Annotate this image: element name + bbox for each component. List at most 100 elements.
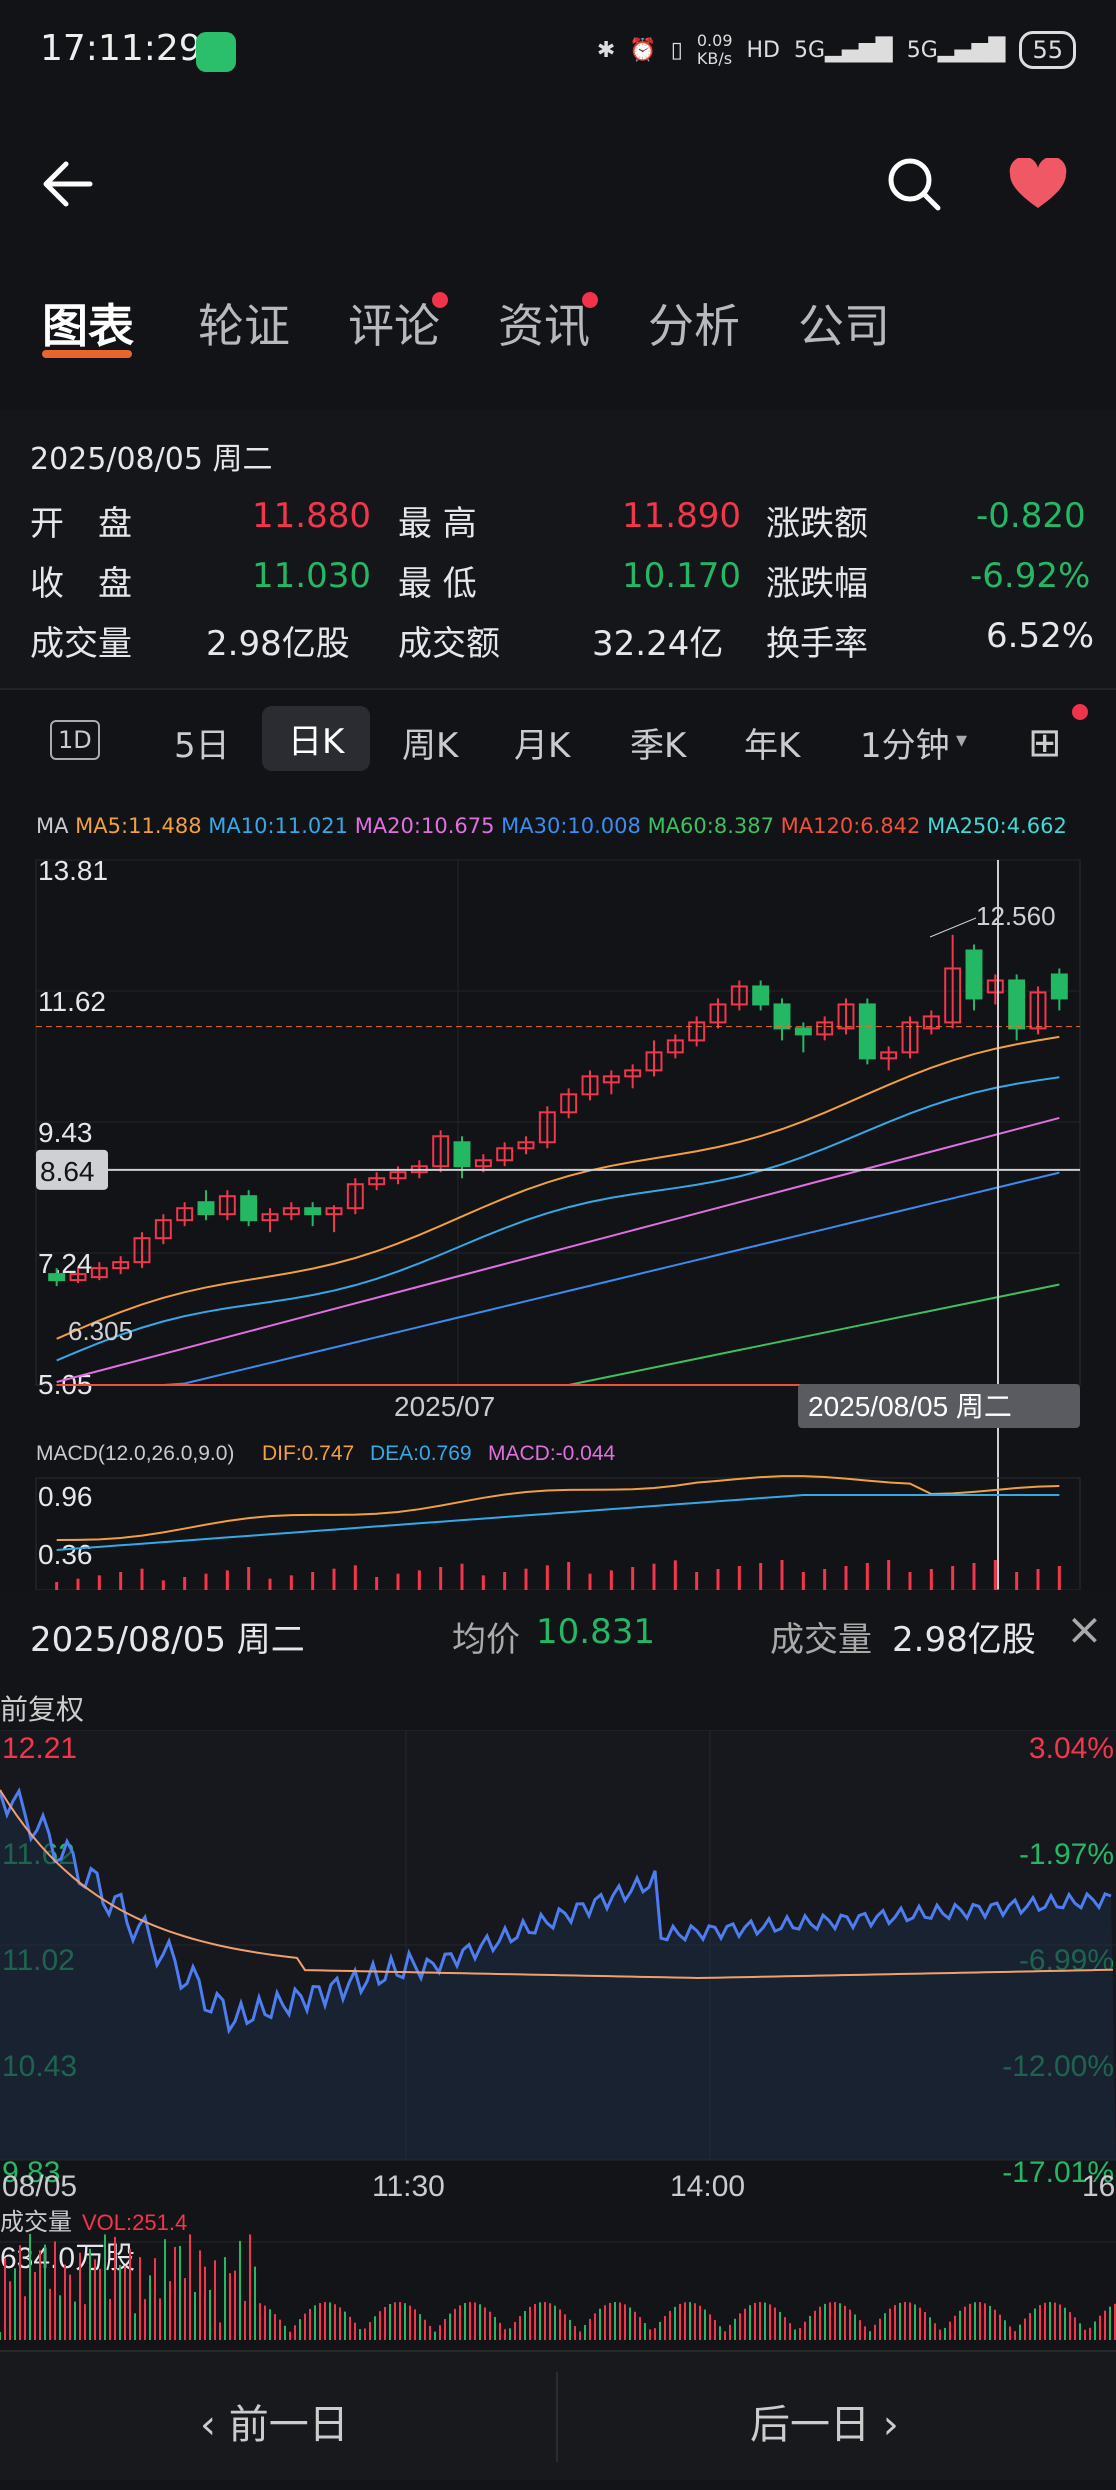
- vibrate-icon: ▯: [670, 37, 683, 63]
- dea-line: [56, 1494, 1060, 1551]
- next-day-button[interactable]: 后一日 ›: [750, 2392, 899, 2450]
- amount-label: 成交额: [398, 624, 500, 664]
- macd-tick: 0.36: [38, 1539, 93, 1570]
- right-tick: 3.04%: [1029, 1732, 1114, 1765]
- change-value: -0.820: [976, 496, 1086, 536]
- candle-body: [1008, 979, 1026, 1030]
- high-marker-label: 12.560: [976, 901, 1056, 931]
- candle-body: [1050, 973, 1068, 1000]
- candle-body: [965, 949, 983, 1000]
- period-1min[interactable]: 1分钟: [860, 718, 950, 767]
- macd-tick: 0.96: [38, 1481, 93, 1512]
- x-axis-label: 2025/07: [394, 1391, 495, 1422]
- period-5day[interactable]: 5日: [174, 718, 230, 767]
- tab-analysis[interactable]: 分析: [648, 290, 740, 356]
- day-navigation: ‹ 前一日 后一日 ›: [0, 2350, 1116, 2480]
- ma-legend: MA MA5:11.488 MA10:11.021 MA20:10.675 MA…: [36, 814, 1067, 838]
- time-label: 11:30: [372, 2170, 445, 2203]
- candle-body: [858, 1003, 876, 1060]
- high-value: 11.890: [622, 496, 741, 536]
- dif-line: [56, 1475, 1060, 1541]
- intraday-chart[interactable]: 12.2111.6211.0210.439.833.04%-1.97%-6.99…: [0, 1730, 1116, 2350]
- ma-line: [56, 1116, 1060, 1383]
- volume-ma: VOL:251.4: [82, 2210, 187, 2235]
- turnover-value: 6.52%: [986, 616, 1095, 656]
- ma-line: [56, 1076, 1060, 1362]
- period-daily[interactable]: 日K: [262, 706, 371, 771]
- comments-badge: [432, 292, 448, 308]
- period-yearly[interactable]: 年K: [744, 718, 800, 767]
- low-marker-label: 6.305: [68, 1316, 133, 1346]
- ma-legend-item: MA30:10.008: [501, 814, 648, 838]
- detail-volume-label: 成交量: [770, 1620, 872, 1660]
- open-label: 开 盘: [30, 504, 132, 544]
- period-1d[interactable]: 1D: [50, 720, 100, 760]
- volume-value: 2.98亿股: [206, 624, 350, 664]
- tab-warrants[interactable]: 轮证: [198, 290, 290, 356]
- ma-legend-item: MA: [36, 814, 76, 838]
- y-tick-label: 9.43: [38, 1117, 93, 1148]
- amount-value: 32.24亿: [592, 624, 724, 664]
- y-tick-label: 11.62: [38, 986, 106, 1017]
- tab-chart[interactable]: 图表: [42, 290, 134, 356]
- grid-menu-icon[interactable]: ⊞: [1028, 720, 1062, 766]
- avg-price-label: 均价: [452, 1620, 520, 1660]
- ma-legend-item: MA20:10.675: [354, 814, 502, 838]
- time-label: 16:00: [1082, 2170, 1116, 2203]
- close-icon[interactable]: ×: [1066, 1604, 1103, 1655]
- ma-legend-item: MA5:11.488: [75, 814, 209, 838]
- message-app-icon: [196, 32, 236, 72]
- tab-news[interactable]: 资讯: [498, 290, 590, 356]
- price-adjust-label: 前复权: [0, 1693, 85, 1726]
- y-tick-label: 13.81: [38, 855, 108, 886]
- period-selector: 1D 5日 日K 周K 月K 季K 年K 1分钟 ▾ ⊞: [0, 698, 1116, 788]
- search-icon[interactable]: [884, 154, 944, 214]
- macd-value: MACD:-0.044: [488, 1442, 616, 1465]
- crosshair-price: 8.64: [40, 1156, 95, 1187]
- time-label: 14:00: [670, 2170, 745, 2203]
- dropdown-icon[interactable]: ▾: [956, 728, 967, 753]
- bluetooth-icon: ✱: [596, 37, 616, 63]
- top-nav: [0, 140, 1116, 230]
- prev-day-label: 前一日: [228, 2402, 349, 2448]
- tab-comments[interactable]: 评论: [348, 290, 440, 356]
- avg-price-value: 10.831: [536, 1612, 655, 1652]
- candle-body: [240, 1195, 258, 1222]
- low-label: 最 低: [398, 564, 477, 604]
- favorite-heart-icon[interactable]: [1008, 158, 1068, 212]
- high-marker-line: [929, 917, 977, 938]
- status-time: 17:11:29: [40, 28, 202, 69]
- macd-title: MACD(12.0,26.0,9.0): [36, 1442, 234, 1465]
- tab-active-indicator: [42, 350, 132, 358]
- candle-body: [197, 1201, 215, 1216]
- change-label: 涨跌额: [766, 504, 868, 544]
- tab-company[interactable]: 公司: [798, 290, 890, 356]
- open-value: 11.880: [252, 496, 371, 536]
- cursor-date: 2025/08/05 周二: [808, 1391, 1012, 1422]
- candle-body: [453, 1141, 471, 1168]
- low-value: 10.170: [622, 556, 741, 596]
- hd-icon: HD: [746, 37, 780, 63]
- network-speed: 0.09 KB/s: [696, 31, 733, 68]
- turnover-label: 换手率: [766, 624, 868, 664]
- candlestick-chart[interactable]: 13.8111.629.437.245.058.6412.5606.305202…: [0, 850, 1116, 1590]
- candle-body: [794, 1027, 812, 1036]
- back-arrow-icon[interactable]: [38, 154, 98, 214]
- close-value: 11.030: [252, 556, 371, 596]
- left-tick: 12.21: [2, 1732, 77, 1765]
- time-label: 08/05: [2, 2170, 77, 2203]
- close-label: 收 盘: [30, 564, 132, 604]
- period-quarterly[interactable]: 季K: [630, 718, 686, 767]
- pct-value: -6.92%: [970, 556, 1091, 596]
- pct-label: 涨跌幅: [766, 564, 868, 604]
- candle-body: [304, 1207, 322, 1216]
- prev-day-button[interactable]: ‹ 前一日: [200, 2392, 349, 2450]
- high-label: 最 高: [398, 504, 477, 544]
- period-monthly[interactable]: 月K: [514, 718, 570, 767]
- ma-line: [56, 1283, 1060, 1386]
- news-badge: [582, 292, 598, 308]
- detail-date: 2025/08/05 周二: [30, 1620, 305, 1660]
- candle-body: [752, 985, 770, 1006]
- period-weekly[interactable]: 周K: [402, 718, 458, 767]
- detail-volume-value: 2.98亿股: [892, 1620, 1036, 1660]
